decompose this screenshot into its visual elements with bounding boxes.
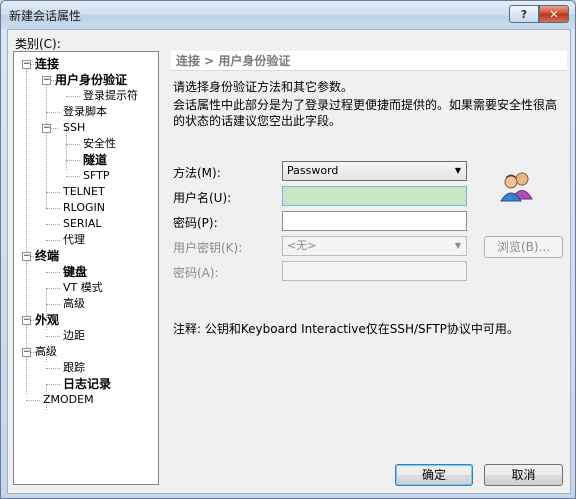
chevron-down-icon: ▼ (454, 166, 461, 175)
tree-connector (46, 80, 47, 210)
method-value: Password (287, 164, 339, 177)
tree-item-terminal[interactable]: 终端 (35, 248, 59, 264)
tree-connector (46, 208, 60, 209)
tree-connector (66, 144, 80, 145)
users-icon (500, 170, 534, 202)
tree-item-login-script[interactable]: 登录脚本 (63, 104, 107, 120)
tree-item-advanced-2[interactable]: 高级 (35, 344, 57, 360)
tree-connector (26, 64, 27, 394)
tree-item-serial[interactable]: SERIAL (63, 216, 101, 232)
tree-item-vt-mode[interactable]: VT 模式 (63, 280, 103, 296)
passphrase-input[interactable] (282, 261, 467, 281)
description-line-2: 会话属性中此部分是为了登录过程更便捷而提供的。如果需要安全性很高 (173, 98, 558, 112)
description-line-1: 请选择身份验证方法和其它参数。 (173, 80, 354, 94)
category-tree[interactable]: − − − − − − 连接 用户身份验证 登录提示符 登录脚本 SSH 安全性… (13, 51, 159, 485)
tree-item-keyboard[interactable]: 键盘 (63, 264, 87, 280)
tree-connector (46, 272, 60, 273)
note-text: 注释: 公钥和Keyboard Interactive仅在SSH/SFTP协议中… (173, 322, 519, 336)
tree-item-tracking[interactable]: 跟踪 (63, 360, 85, 376)
tree-item-telnet[interactable]: TELNET (63, 184, 105, 200)
tree-item-security[interactable]: 安全性 (83, 136, 116, 152)
dialog-body: 类别(C): − − − − − − 连接 用户身份验证 登录提示符 登录脚本 … (7, 29, 571, 494)
tree-item-logging[interactable]: 日志记录 (63, 376, 111, 392)
tree-item-rlogin[interactable]: RLOGIN (63, 200, 105, 216)
tree-connector (66, 176, 80, 177)
cancel-button[interactable]: 取消 (484, 464, 563, 486)
tree-connector (26, 400, 40, 401)
browse-button[interactable]: 浏览(B)... (484, 236, 563, 258)
close-button[interactable]: ✕ (539, 5, 569, 23)
tree-item-connect[interactable]: 连接 (35, 56, 59, 72)
chevron-down-icon: ▼ (454, 241, 461, 250)
tree-item-advanced[interactable]: 高级 (63, 296, 85, 312)
tree-connector (66, 96, 80, 97)
passphrase-label: 密码(A): (173, 266, 219, 280)
tree-item-login-prompt[interactable]: 登录提示符 (83, 88, 138, 104)
collapse-icon[interactable]: − (42, 76, 51, 85)
tree-item-user-auth[interactable]: 用户身份验证 (55, 72, 127, 88)
ok-button[interactable]: 确定 (395, 464, 473, 486)
tree-connector (46, 384, 60, 385)
session-properties-window: 新建会话属性 ? ✕ 类别(C): − − − − − − 连接 用户身份验证 … (0, 0, 576, 499)
userkey-dropdown[interactable]: <无> ▼ (282, 236, 467, 256)
tree-connector (46, 112, 60, 113)
collapse-icon[interactable]: − (22, 252, 31, 261)
tree-item-zmodem[interactable]: ZMODEM (43, 392, 94, 408)
tree-item-ssh[interactable]: SSH (63, 120, 85, 136)
userkey-value: <无> (287, 239, 317, 252)
tree-connector (46, 192, 60, 193)
tree-connector (46, 240, 60, 241)
category-label: 类别(C): (15, 37, 61, 51)
window-title: 新建会话属性 (9, 9, 82, 23)
section-header: 连接 > 用户身份验证 (171, 51, 567, 71)
close-icon: ✕ (549, 7, 559, 21)
tree-item-margin[interactable]: 边距 (63, 328, 85, 344)
title-bar[interactable]: 新建会话属性 ? ✕ (1, 1, 575, 29)
collapse-icon[interactable]: − (42, 124, 51, 133)
tree-connector (66, 160, 80, 161)
description-line-3: 的状态的话建议您空出此字段。 (173, 114, 342, 128)
tree-connector (46, 368, 60, 369)
collapse-icon[interactable]: − (22, 60, 31, 69)
method-dropdown[interactable]: Password ▼ (282, 161, 467, 181)
password-label: 密码(P): (173, 216, 218, 230)
method-label: 方法(M): (173, 166, 221, 180)
tree-connector (46, 336, 60, 337)
tree-connector (46, 304, 60, 305)
tree-item-proxy[interactable]: 代理 (63, 232, 85, 248)
tree-item-tunnel[interactable]: 隧道 (83, 152, 107, 168)
username-input[interactable] (282, 186, 467, 206)
help-button[interactable]: ? (509, 5, 539, 23)
password-input[interactable] (282, 211, 467, 231)
username-label: 用户名(U): (173, 191, 232, 205)
tree-connector (46, 288, 60, 289)
tree-item-appearance[interactable]: 外观 (35, 312, 59, 328)
userkey-label: 用户密钥(K): (173, 241, 243, 255)
tree-connector (50, 128, 58, 129)
collapse-icon[interactable]: − (22, 316, 31, 325)
tree-connector (46, 224, 60, 225)
help-icon: ? (520, 7, 528, 21)
collapse-icon[interactable]: − (22, 348, 31, 357)
tree-item-sftp[interactable]: SFTP (83, 168, 109, 184)
